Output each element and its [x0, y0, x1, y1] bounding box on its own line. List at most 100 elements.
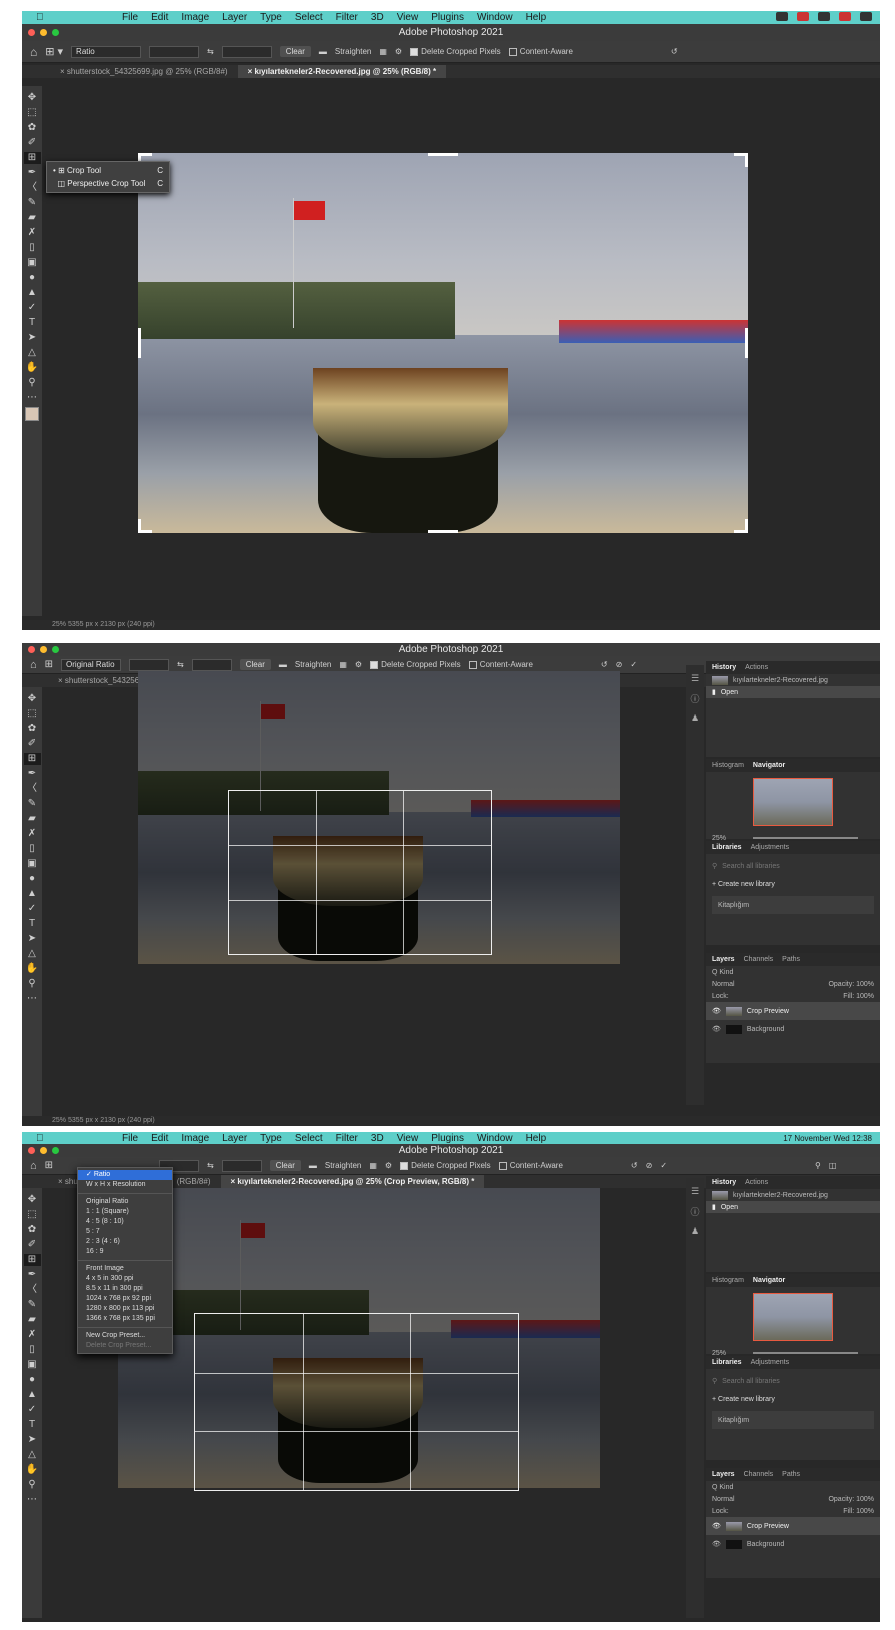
crop-icon[interactable]: ⊞ — [23, 152, 41, 164]
stamp-icon[interactable]: ▰ — [28, 813, 36, 825]
shape-icon[interactable]: △ — [28, 948, 36, 960]
tab-paths[interactable]: Paths — [782, 1471, 800, 1478]
menu-plugins[interactable]: Plugins — [431, 1133, 464, 1144]
menu-item-1366[interactable]: 1366 x 768 px 135 ppi — [78, 1314, 172, 1324]
tab-channels[interactable]: Channels — [744, 956, 774, 963]
zoom-slider[interactable] — [753, 837, 858, 839]
tab-actions[interactable]: Actions — [745, 664, 768, 671]
zoom-window-icon[interactable] — [52, 1147, 59, 1154]
more-icon[interactable]: ⋯ — [27, 1494, 37, 1506]
menu-file[interactable]: File — [122, 12, 138, 23]
delete-cropped-checkbox[interactable]: Delete Cropped Pixels — [400, 1161, 491, 1170]
stamp-icon[interactable]: ▰ — [28, 212, 36, 224]
opacity-field[interactable]: Opacity: 100% — [828, 981, 874, 988]
apple-icon[interactable]:  — [36, 1133, 44, 1144]
zoom-window-icon[interactable] — [52, 29, 59, 36]
tab-actions[interactable]: Actions — [745, 1179, 768, 1186]
eyedropper-icon[interactable]: ✒ — [28, 768, 36, 780]
swap-icon[interactable]: ⇆ — [207, 1161, 214, 1170]
type-icon[interactable]: T — [29, 1419, 35, 1431]
history-snapshot[interactable]: kıyılartekneler2-Recovered.jpg — [706, 1189, 880, 1201]
healing-icon[interactable]: 〈 — [27, 783, 37, 795]
zoom-window-icon[interactable] — [52, 646, 59, 653]
character-icon[interactable]: ♟ — [691, 713, 699, 724]
opacity-field[interactable]: Opacity: 100% — [828, 1496, 874, 1503]
zoom-icon[interactable]: ⚲ — [28, 978, 35, 990]
history-step-open[interactable]: ▮ Open — [706, 1201, 880, 1213]
tab-history[interactable]: History — [712, 664, 736, 671]
height-field[interactable] — [191, 658, 232, 671]
character-icon[interactable]: ♟ — [691, 1226, 699, 1237]
close-window-icon[interactable] — [28, 29, 35, 36]
navigator-thumbnail[interactable] — [753, 778, 833, 826]
clear-button[interactable]: Clear — [239, 659, 271, 670]
create-library-button[interactable]: + Create new library — [706, 878, 880, 890]
menu-3d[interactable]: 3D — [371, 1133, 384, 1144]
crop-handle[interactable] — [428, 153, 458, 156]
crop-icon[interactable]: ⊞ — [23, 753, 41, 765]
quick-select-icon[interactable]: ✐ — [28, 1239, 36, 1251]
tab-shutterstock-tail[interactable]: (RGB/8#) — [167, 1175, 221, 1188]
menu-layer[interactable]: Layer — [222, 1133, 247, 1144]
ratio-dropdown[interactable]: Ratio — [71, 45, 142, 58]
brush-icon[interactable]: ✎ — [28, 798, 36, 810]
crop-box[interactable] — [228, 790, 492, 955]
menu-item-5-7[interactable]: 5 : 7 — [78, 1227, 172, 1237]
crop-tool-preset-icon[interactable]: ⊞ — [45, 659, 53, 670]
minimize-window-icon[interactable] — [40, 1147, 47, 1154]
tab-histogram[interactable]: Histogram — [712, 762, 744, 769]
menu-type[interactable]: Type — [260, 12, 282, 23]
library-search[interactable]: ⚲ Search all libraries — [706, 1375, 880, 1387]
delete-cropped-checkbox[interactable]: Delete Cropped Pixels — [410, 47, 501, 56]
healing-icon[interactable]: 〈 — [27, 1284, 37, 1296]
move-icon[interactable]: ✥ — [28, 693, 36, 705]
library-item[interactable]: Kitaplığım — [712, 1411, 874, 1429]
fill-field[interactable]: Fill: 100% — [843, 993, 874, 1000]
straighten-icon[interactable]: ▬ — [309, 1161, 317, 1170]
menu-3d[interactable]: 3D — [371, 12, 384, 23]
workspace-icon[interactable]: ◫ — [829, 1161, 837, 1170]
hand-icon[interactable]: ✋ — [26, 1464, 38, 1476]
dodge-icon[interactable]: ▲ — [27, 1389, 37, 1401]
create-library-button[interactable]: + Create new library — [706, 1393, 880, 1405]
swap-icon[interactable]: ⇆ — [177, 660, 184, 669]
menu-item-ratio[interactable]: ✓ Ratio — [78, 1170, 172, 1180]
visibility-eye-icon[interactable]: 👁 — [712, 1007, 721, 1015]
type-icon[interactable]: T — [29, 918, 35, 930]
clear-button[interactable]: Clear — [279, 46, 311, 57]
clear-button[interactable]: Clear — [269, 1160, 301, 1171]
visibility-eye-icon[interactable]: 👁 — [712, 1522, 721, 1530]
content-aware-checkbox[interactable]: Content-Aware — [468, 660, 533, 669]
menu-type[interactable]: Type — [260, 1133, 282, 1144]
menu-edit[interactable]: Edit — [151, 12, 168, 23]
healing-icon[interactable]: 〈 — [27, 182, 37, 194]
settings-gear-icon[interactable]: ⚙ — [395, 47, 402, 56]
info-icon[interactable]: ⓘ — [690, 1205, 699, 1218]
crop-box[interactable] — [194, 1313, 519, 1491]
width-field[interactable] — [149, 45, 200, 58]
menu-window[interactable]: Window — [477, 1133, 513, 1144]
lasso-icon[interactable]: ✿ — [28, 122, 36, 134]
color-swatch-icon[interactable] — [25, 407, 39, 421]
gradient-icon[interactable]: ▣ — [27, 257, 36, 269]
stamp-icon[interactable]: ▰ — [28, 1314, 36, 1326]
history-step-open[interactable]: ▮ Open — [706, 686, 880, 698]
crop-icon[interactable]: ⊞ — [23, 1254, 41, 1266]
quick-select-icon[interactable]: ✐ — [28, 137, 36, 149]
search-icon[interactable]: ⚲ — [815, 1161, 821, 1170]
menu-item-4-5[interactable]: 4 : 5 (8 : 10) — [78, 1217, 172, 1227]
blend-mode-dropdown[interactable]: Normal — [712, 1496, 735, 1503]
more-icon[interactable]: ⋯ — [27, 392, 37, 404]
path-select-icon[interactable]: ➤ — [28, 332, 36, 344]
brush-icon[interactable]: ✎ — [28, 197, 36, 209]
menu-image[interactable]: Image — [181, 1133, 209, 1144]
history-brush-icon[interactable]: ✗ — [28, 227, 36, 239]
tab-layers[interactable]: Layers — [712, 956, 735, 963]
home-icon[interactable]: ⌂ — [30, 659, 37, 671]
shape-icon[interactable]: △ — [28, 1449, 36, 1461]
tab-navigator[interactable]: Navigator — [753, 762, 785, 769]
crop-handle[interactable] — [428, 530, 458, 533]
eraser-icon[interactable]: ▯ — [29, 843, 35, 855]
menu-clock[interactable]: 17 November Wed 12:38 — [783, 1134, 872, 1143]
fill-field[interactable]: Fill: 100% — [843, 1508, 874, 1515]
